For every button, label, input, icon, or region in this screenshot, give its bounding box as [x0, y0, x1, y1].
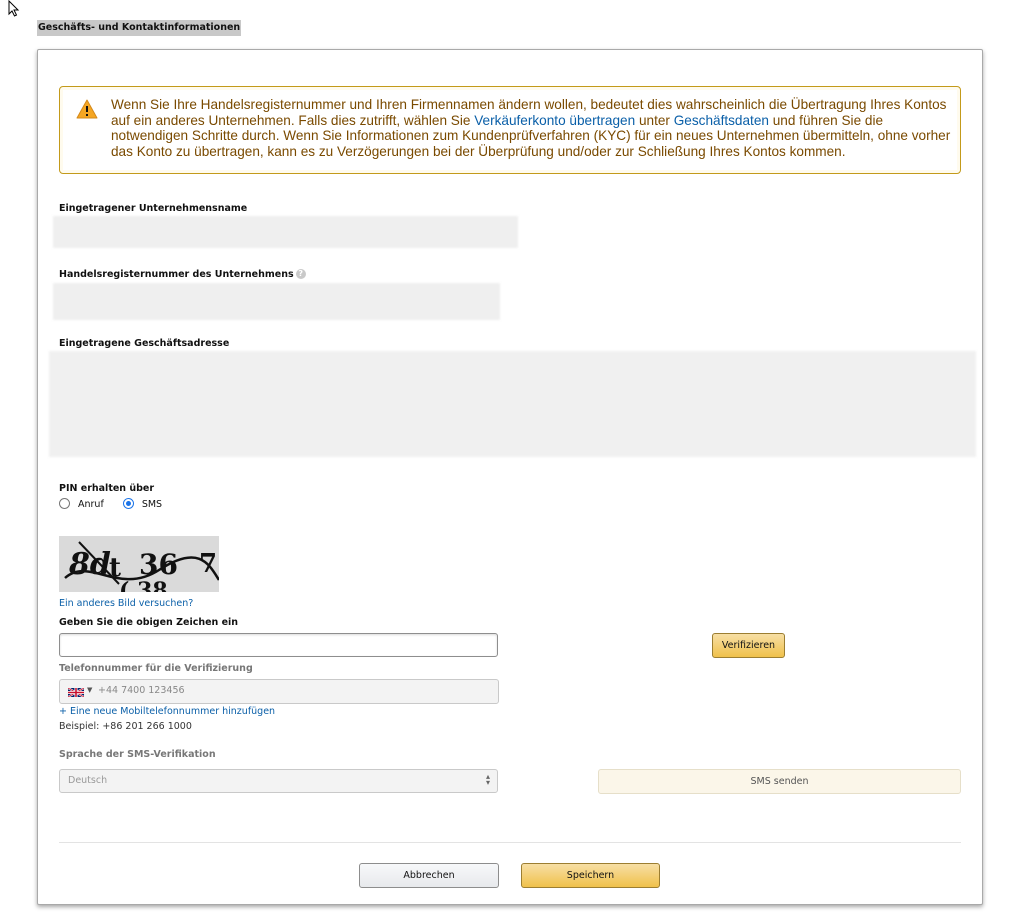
warning-icon [76, 99, 98, 119]
pin-method-label: PIN erhalten über [59, 483, 155, 494]
send-sms-button[interactable]: SMS senden [598, 769, 961, 794]
country-dropdown-icon[interactable]: ▼ [87, 686, 92, 694]
business-data-link[interactable]: Geschäftsdaten [674, 113, 769, 128]
phone-label: Telefonnummer für die Verifizierung [59, 663, 253, 674]
radio-sms[interactable] [122, 498, 134, 509]
sms-language-label: Sprache der SMS-Verifikation [59, 749, 216, 760]
address-label: Eingetragene Geschäftsadresse [59, 338, 230, 349]
business-info-panel: Wenn Sie Ihre Handelsregisternummer und … [37, 49, 983, 905]
captcha-input-label: Geben Sie die obigen Zeichen ein [59, 617, 239, 628]
mouse-cursor-icon [8, 0, 20, 17]
sms-language-value: Deutsch [68, 775, 108, 786]
phone-placeholder: +44 7400 123456 [98, 685, 185, 696]
captcha-input[interactable] [59, 633, 498, 657]
pin-method-radio-group: Anruf SMS [59, 498, 178, 510]
radio-call[interactable] [59, 498, 70, 509]
select-arrows-icon: ▴ ▾ [485, 772, 490, 787]
company-name-label: Eingetragener Unternehmensname [59, 203, 248, 214]
help-icon[interactable]: ? [295, 269, 306, 279]
transfer-account-link[interactable]: Verkäuferkonto übertragen [474, 113, 635, 128]
page-heading: Geschäfts- und Kontaktinformationen [37, 20, 242, 36]
phone-example: Beispiel: +86 201 266 1000 [59, 721, 192, 732]
uk-flag-icon[interactable] [68, 688, 84, 697]
warning-alert: Wenn Sie Ihre Handelsregisternummer und … [59, 86, 961, 174]
cancel-button[interactable]: Abbrechen [359, 863, 499, 888]
address-field[interactable] [49, 351, 976, 457]
divider [59, 842, 961, 843]
add-phone-link[interactable]: + Eine neue Mobiltelefonnummer hinzufüge… [59, 706, 275, 717]
captcha-image: 8d t 36 7 ( 38 [59, 536, 219, 592]
registration-number-field[interactable] [53, 283, 500, 320]
radio-sms-label: SMS [141, 499, 163, 510]
sms-language-select[interactable]: Deutsch ▴ ▾ [59, 769, 498, 793]
phone-input[interactable]: ▼ +44 7400 123456 [59, 679, 499, 704]
registration-number-label: Handelsregisternummer des Unternehmens? [59, 269, 306, 280]
alert-message: Wenn Sie Ihre Handelsregisternummer und … [111, 97, 951, 159]
company-name-field[interactable] [53, 216, 518, 248]
radio-call-label: Anruf [78, 499, 104, 510]
captcha-refresh-link[interactable]: Ein anderes Bild versuchen? [59, 598, 193, 609]
verify-button[interactable]: Verifizieren [712, 633, 785, 658]
save-button[interactable]: Speichern [521, 863, 660, 888]
